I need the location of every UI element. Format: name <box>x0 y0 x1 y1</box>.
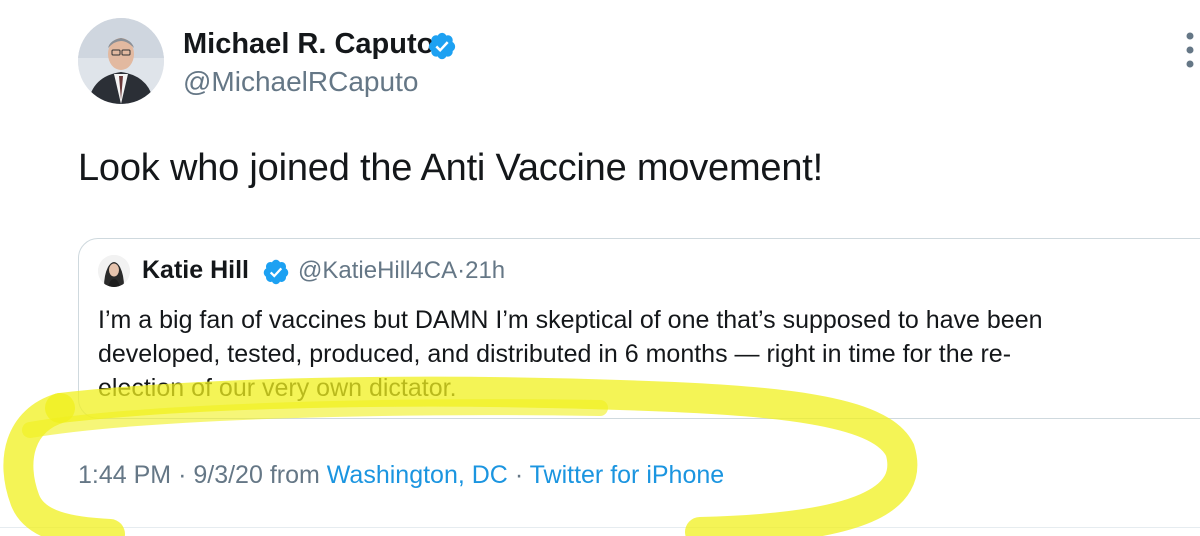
quoted-author-photo <box>98 255 130 287</box>
location-link[interactable]: Washington, DC <box>327 461 508 489</box>
author-photo <box>78 18 164 104</box>
divider <box>0 527 1200 528</box>
tweet-meta-line: 1:44 PM · 9/3/20 from Washington, DC · T… <box>78 461 724 490</box>
tweet-time[interactable]: 1:44 PM <box>78 461 171 489</box>
quoted-tweet-line: developed, tested, produced, and distrib… <box>98 340 1012 368</box>
tweet-text: Look who joined the Anti Vaccine movemen… <box>78 147 824 189</box>
author-avatar[interactable] <box>78 18 164 104</box>
verified-badge-icon <box>263 259 289 285</box>
quoted-tweet-line: I’m a big fan of vaccines but DAMN I’m s… <box>98 306 1043 334</box>
tweet: Michael R. Caputo @MichaelRCaputo Look w… <box>0 0 1200 536</box>
quoted-tweet-line: election of our very own dictator. <box>98 374 457 402</box>
meta-separator: · <box>178 461 187 489</box>
tweet-date[interactable]: 9/3/20 <box>193 461 263 489</box>
quoted-author-display-name: Katie Hill <box>142 256 249 284</box>
quoted-tweet-meta: @KatieHill4CA·21h <box>298 257 505 285</box>
quoted-author-handle: @KatieHill4CA <box>298 257 458 284</box>
more-options-icon[interactable] <box>1182 28 1200 72</box>
author-display-name[interactable]: Michael R. Caputo <box>183 28 434 61</box>
meta-separator: · <box>514 461 524 489</box>
meta-separator: · <box>457 257 466 284</box>
quoted-tweet-text: I’m a big fan of vaccines but DAMN I’m s… <box>98 303 1198 405</box>
from-label: from <box>269 461 320 489</box>
author-handle[interactable]: @MichaelRCaputo <box>183 66 418 98</box>
source-link[interactable]: Twitter for iPhone <box>530 461 725 489</box>
quoted-author-avatar <box>98 255 130 287</box>
quoted-tweet-time: 21h <box>465 257 506 284</box>
verified-badge-icon <box>428 32 456 60</box>
